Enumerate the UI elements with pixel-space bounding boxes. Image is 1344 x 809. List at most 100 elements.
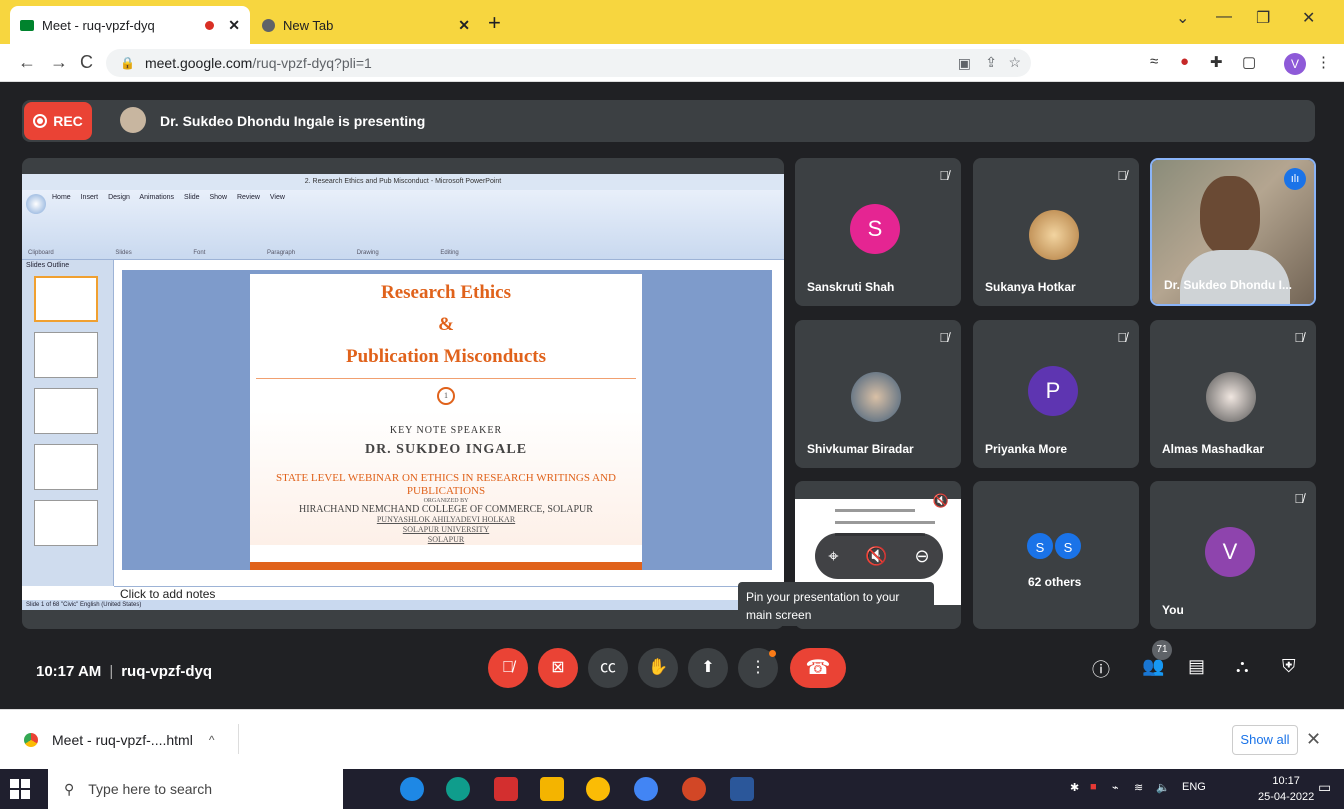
remove-icon[interactable]: ⊖ — [915, 546, 930, 567]
camera-toggle-button[interactable]: ⊠ — [538, 648, 578, 688]
back-icon[interactable]: ← — [18, 52, 36, 73]
tab-title: Meet - ruq-vpzf-dyq — [42, 17, 155, 33]
host-controls-icon[interactable]: ⛨ — [1282, 656, 1296, 677]
download-filename: Meet - ruq-vpzf-....html — [52, 732, 193, 748]
clock-date: 25-04-2022 — [1258, 791, 1315, 803]
cast-icon[interactable]: ▣ — [958, 55, 971, 72]
extension-icon[interactable]: ● — [1180, 53, 1189, 70]
meeting-details-icon[interactable]: ⓘ — [1092, 656, 1110, 682]
mic-toggle-button[interactable]: 🎙̸ — [488, 648, 528, 688]
tab-search-icon[interactable]: ⌄ — [1176, 8, 1189, 28]
window-close-button[interactable]: ✕ — [1302, 8, 1315, 28]
notification-dot — [769, 650, 776, 657]
tray-app-icon[interactable]: ■ — [1090, 781, 1097, 793]
chevron-up-icon[interactable]: ^ — [209, 733, 215, 747]
tab-meet[interactable]: Meet - ruq-vpzf-dyq ✕ — [10, 6, 250, 44]
ppt-slides-panel: Slides Outline — [22, 260, 114, 586]
recording-dot-icon — [205, 20, 215, 30]
notifications-icon[interactable]: ▭ — [1318, 779, 1331, 796]
forward-icon[interactable]: → — [50, 52, 68, 73]
taskbar-clock[interactable]: 10:17 25-04-2022 — [1258, 773, 1314, 805]
close-tab-icon[interactable]: ✕ — [458, 17, 470, 34]
recording-indicator[interactable]: REC — [24, 102, 92, 140]
ie-icon[interactable] — [400, 777, 424, 801]
leave-call-button[interactable]: ☎ — [790, 648, 846, 688]
reload-icon[interactable]: C — [80, 52, 93, 73]
mute-tile-icon[interactable]: 🔇 — [865, 546, 887, 567]
show-all-button[interactable]: Show all — [1232, 725, 1298, 755]
language-indicator[interactable]: ENG — [1182, 781, 1206, 793]
ppt-notes: Click to add notes — [114, 586, 784, 601]
close-tab-icon[interactable]: ✕ — [228, 17, 240, 34]
chrome-file-icon — [24, 733, 38, 747]
raise-hand-button[interactable]: ✋ — [638, 648, 678, 688]
participant-tile[interactable]: 🎙̸ S Sanskruti Shah — [795, 158, 961, 306]
volume-icon[interactable]: 🔈 — [1156, 781, 1170, 794]
network-icon[interactable]: ⌁ — [1112, 781, 1119, 794]
activities-icon[interactable]: ⛬ — [1236, 656, 1249, 677]
share-icon[interactable]: ⇪ — [985, 54, 997, 71]
edge-icon[interactable] — [446, 777, 470, 801]
mic-off-icon: 🎙̸ — [1117, 168, 1127, 183]
self-tile[interactable]: 🎙̸ V You — [1150, 481, 1316, 629]
slide-thumbnail — [34, 388, 98, 434]
mic-off-icon: 🎙̸ — [939, 330, 949, 345]
powerpoint-icon[interactable] — [682, 777, 706, 801]
present-button[interactable]: ⬆ — [688, 648, 728, 688]
menu-kebab-icon[interactable]: ⋮ — [1316, 53, 1331, 71]
url-field[interactable]: 🔒 meet.google.com/ruq-vpzf-dyq?pli=1 ▣ ⇪… — [106, 49, 1031, 77]
pin-icon[interactable]: ⌖ — [828, 546, 838, 567]
windows-start-icon[interactable] — [10, 779, 30, 799]
chat-icon[interactable]: ▤ — [1188, 656, 1205, 677]
chrome-icon[interactable] — [586, 777, 610, 801]
ppt-ribbon-tabs: Home Insert Design Animations Slide Show… — [52, 194, 285, 201]
extensions-puzzle-icon[interactable]: ✚ — [1210, 53, 1223, 71]
bookmark-star-icon[interactable]: ☆ — [1008, 54, 1021, 71]
ppt-slide-canvas: Research Ethics & Publication Misconduct… — [122, 270, 772, 570]
thumb-line — [835, 521, 935, 524]
chrome-profile-icon[interactable] — [634, 777, 658, 801]
url-path: /ruq-vpzf-dyq?pli=1 — [252, 55, 372, 71]
close-download-bar-icon[interactable]: ✕ — [1306, 729, 1321, 750]
restore-button[interactable]: ❐ — [1256, 8, 1270, 28]
people-icon[interactable]: 👥 — [1142, 656, 1164, 677]
minimize-button[interactable]: — — [1216, 8, 1232, 26]
slide-title-1: Research Ethics — [381, 282, 511, 303]
captions-button[interactable]: ㏄ — [588, 648, 628, 688]
avatar: S — [850, 204, 900, 254]
presentation-view[interactable]: 2. Research Ethics and Pub Misconduct - … — [22, 158, 784, 629]
avatar: P — [1028, 366, 1078, 416]
participant-tile[interactable]: 🎙̸ Almas Mashadkar — [1150, 320, 1316, 468]
participant-tile[interactable]: 🎙̸ Sukanya Hotkar — [973, 158, 1139, 306]
participant-name: Priyanka More — [985, 442, 1068, 456]
meeting-code: ruq-vpzf-dyq — [121, 663, 213, 680]
taskbar-search[interactable]: ⚲ Type here to search — [48, 769, 343, 809]
participant-tile[interactable]: 🎙̸ P Priyanka More — [973, 320, 1139, 468]
ppt-panel-tabs: Slides Outline — [26, 262, 70, 269]
mic-off-icon: 🎙̸ — [939, 168, 949, 183]
separator: | — [109, 663, 114, 680]
avatar: S — [1053, 531, 1083, 561]
more-options-button[interactable]: ⋮ — [738, 648, 778, 688]
profile-avatar[interactable]: V — [1284, 53, 1306, 75]
participant-tile-active[interactable]: ılı Dr. Sukdeo Dhondu I... — [1150, 158, 1316, 306]
others-tile[interactable]: S S 62 others — [973, 481, 1139, 629]
bluetooth-icon[interactable]: ✱ — [1070, 781, 1079, 794]
extension-icon[interactable]: ≈ — [1150, 53, 1158, 70]
word-icon[interactable] — [730, 777, 754, 801]
file-explorer-icon[interactable] — [540, 777, 564, 801]
tab-new-tab[interactable]: New Tab ✕ — [252, 6, 480, 44]
address-bar: ← → C 🔒 meet.google.com/ruq-vpzf-dyq?pli… — [0, 44, 1344, 82]
wifi-icon[interactable]: ≋ — [1134, 781, 1143, 794]
office-button-icon — [26, 194, 46, 214]
new-tab-button[interactable]: + — [488, 10, 501, 36]
side-panel-icon[interactable]: ▢ — [1242, 53, 1256, 71]
download-item[interactable]: Meet - ruq-vpzf-....html ^ — [24, 732, 214, 748]
lock-icon: 🔒 — [120, 56, 135, 70]
slide-title-2: Publication Misconducts — [345, 346, 547, 367]
acrobat-icon[interactable] — [494, 777, 518, 801]
tile-hover-controls: ⌖ 🔇 ⊖ — [815, 533, 943, 579]
ppt-window-title: 2. Research Ethics and Pub Misconduct - … — [22, 174, 784, 190]
taskbar-search-placeholder: Type here to search — [88, 781, 213, 797]
participant-tile[interactable]: 🎙̸ Shivkumar Biradar — [795, 320, 961, 468]
